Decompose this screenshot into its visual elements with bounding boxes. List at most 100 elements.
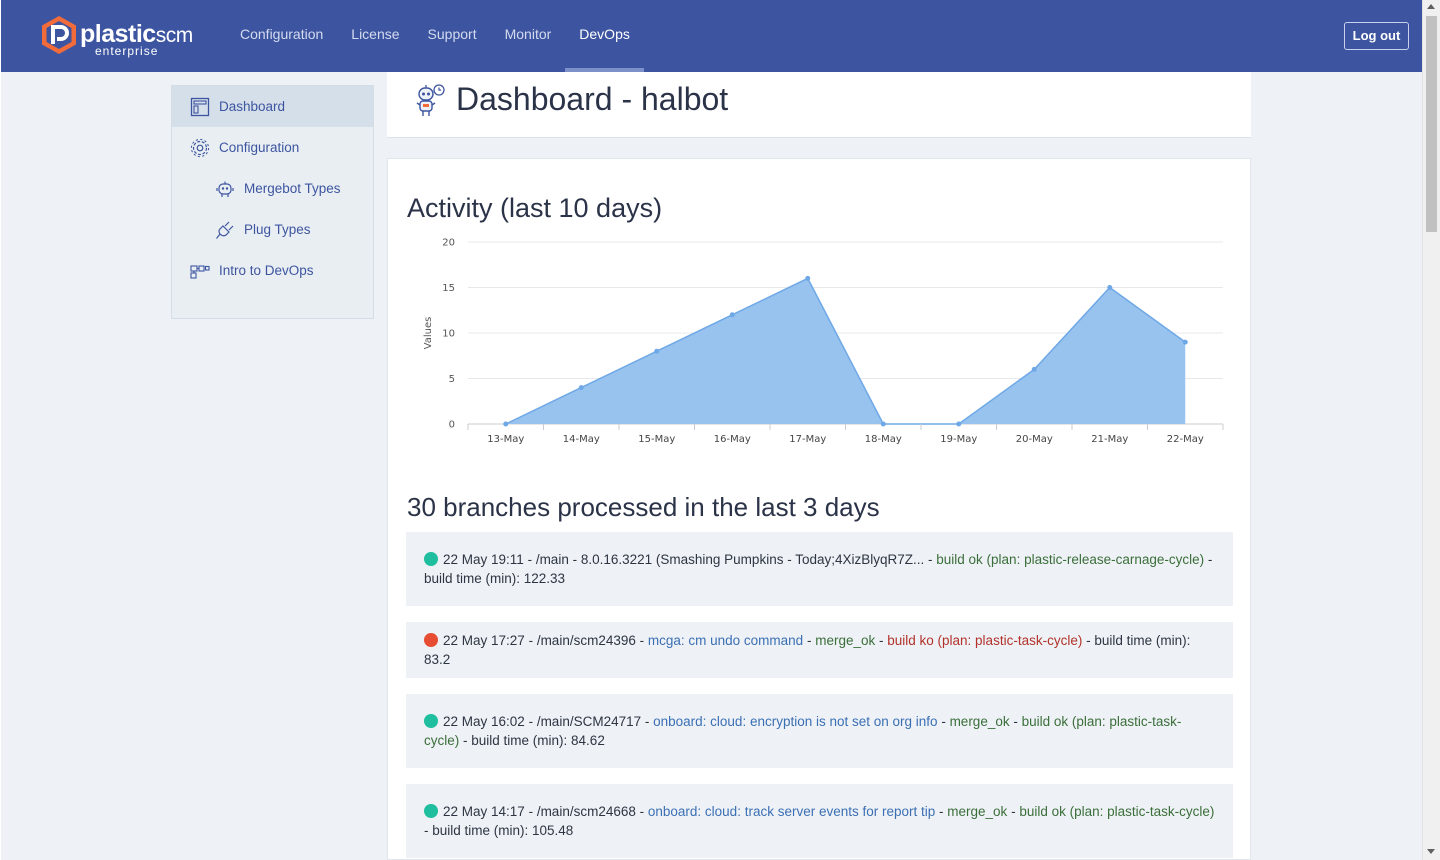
separator: - xyxy=(568,552,581,567)
status-ko-icon xyxy=(424,633,438,647)
y-tick-label: 10 xyxy=(442,329,455,340)
data-point xyxy=(1107,285,1113,290)
x-tick-label: 16-May xyxy=(714,434,751,445)
data-point xyxy=(1031,366,1037,372)
branch-date: 22 May 16:02 xyxy=(443,714,525,729)
branch-item: 22 May 19:11 - /main - 8.0.16.3221 (Smas… xyxy=(406,532,1233,606)
plug-icon xyxy=(216,221,234,239)
nav-devops[interactable]: DevOps xyxy=(565,0,644,72)
separator: - xyxy=(803,633,816,648)
brand-suffix: scm xyxy=(155,24,194,47)
status-ok-icon xyxy=(424,552,438,566)
logout-button[interactable]: Log out xyxy=(1344,22,1409,50)
sidebar-item-configuration[interactable]: Configuration xyxy=(172,127,373,168)
sidebar-item-label: Mergebot Types xyxy=(244,181,341,196)
separator: - xyxy=(937,714,950,729)
separator: - xyxy=(1007,804,1020,819)
x-tick-label: 15-May xyxy=(638,434,675,445)
robot-icon xyxy=(416,84,445,116)
separator: - xyxy=(924,552,937,567)
y-tick-label: 15 xyxy=(442,283,455,294)
sidebar-item-dashboard[interactable]: Dashboard xyxy=(172,86,373,127)
branch-item: 22 May 17:27 - /main/scm24396 - mcga: cm… xyxy=(406,622,1233,678)
branch-date: 22 May 14:17 xyxy=(443,804,525,819)
build-status: build ko (plan: plastic-task-cycle) xyxy=(887,633,1083,648)
sidebar: Dashboard Configuration Mergebot Types P… xyxy=(171,85,374,319)
build-status: build ok (plan: plastic-task-cycle) xyxy=(1019,804,1215,819)
y-tick-label: 5 xyxy=(449,374,455,385)
nav-support[interactable]: Support xyxy=(414,0,491,72)
page-header: Dashboard - halbot xyxy=(387,72,1251,138)
sidebar-item-label: Configuration xyxy=(219,140,300,155)
branch-item: 22 May 14:17 - /main/scm24668 - onboard:… xyxy=(406,784,1233,858)
separator: - xyxy=(524,633,537,648)
scroll-up-arrow-icon[interactable] xyxy=(1427,4,1435,9)
nav-configuration[interactable]: Configuration xyxy=(226,0,337,72)
x-tick-label: 19-May xyxy=(940,434,977,445)
branch-path: /main xyxy=(535,552,569,567)
merge-status: merge_ok xyxy=(949,714,1010,729)
separator: - xyxy=(524,804,537,819)
nav-license[interactable]: License xyxy=(337,0,413,72)
y-axis-label: Values xyxy=(423,317,434,350)
top-navbar: plasticscm enterprise Configuration Lice… xyxy=(1,0,1422,72)
separator: - xyxy=(641,714,654,729)
sidebar-item-mergebot-types[interactable]: Mergebot Types xyxy=(172,168,373,209)
branch-description-link[interactable]: onboard: cloud: track server events for … xyxy=(648,804,935,819)
status-ok-icon xyxy=(424,714,438,728)
plastic-logo-icon xyxy=(42,16,76,54)
status-ok-icon xyxy=(424,804,438,818)
x-tick-label: 14-May xyxy=(563,434,600,445)
sidebar-item-intro-devops[interactable]: Intro to DevOps xyxy=(172,250,373,291)
branch-path: /main/SCM24717 xyxy=(536,714,642,729)
build-time: build time (min): 84.62 xyxy=(471,733,605,748)
scroll-down-arrow-icon[interactable] xyxy=(1427,849,1435,854)
separator: - xyxy=(524,714,537,729)
page-title: Dashboard - halbot xyxy=(456,81,729,117)
vertical-scrollbar[interactable] xyxy=(1422,0,1440,860)
data-point xyxy=(578,385,584,391)
branches-title: 30 branches processed in the last 3 days xyxy=(407,492,880,522)
branch-description-link[interactable]: mcga: cm undo command xyxy=(648,633,803,648)
x-tick-label: 13-May xyxy=(487,434,524,445)
branch-date: 22 May 17:27 xyxy=(443,633,525,648)
branch-item: 22 May 16:02 - /main/SCM24717 - onboard:… xyxy=(406,694,1233,768)
nav-monitor[interactable]: Monitor xyxy=(491,0,566,72)
merge-status: merge_ok xyxy=(815,633,876,648)
separator: - xyxy=(875,633,888,648)
separator: - xyxy=(459,733,472,748)
branch-description-link[interactable]: onboard: cloud: encryption is not set on… xyxy=(653,714,937,729)
build-time: build time (min): 105.48 xyxy=(432,823,574,838)
branch-date: 22 May 19:11 xyxy=(443,552,524,567)
x-tick-label: 21-May xyxy=(1091,434,1128,445)
separator: - xyxy=(635,633,648,648)
separator: - xyxy=(635,804,648,819)
x-tick-label: 20-May xyxy=(1016,434,1053,445)
dashboard-content: Activity (last 10 days) 0 5 10 15 20 Values 13… xyxy=(387,158,1251,860)
brand-edition: enterprise xyxy=(95,44,159,58)
sidebar-item-label: Intro to DevOps xyxy=(219,263,314,278)
scrollbar-thumb[interactable] xyxy=(1426,16,1437,232)
y-tick-label: 20 xyxy=(442,238,455,249)
separator: - xyxy=(424,823,433,838)
flow-icon xyxy=(190,264,210,279)
data-point xyxy=(956,421,962,427)
separator: - xyxy=(523,552,536,567)
build-time: build time (min): 122.33 xyxy=(424,571,566,586)
sidebar-item-plug-types[interactable]: Plug Types xyxy=(172,209,373,250)
plastic-scm-logo[interactable]: plasticscm enterprise xyxy=(40,15,210,59)
sidebar-item-label: Plug Types xyxy=(244,222,311,237)
separator: - xyxy=(935,804,948,819)
data-point xyxy=(1182,339,1188,345)
activity-title: Activity (last 10 days) xyxy=(407,193,663,223)
data-point xyxy=(880,421,886,427)
sidebar-item-label: Dashboard xyxy=(219,99,286,114)
x-tick-label: 22-May xyxy=(1167,434,1204,445)
y-tick-label: 0 xyxy=(449,420,455,431)
build-status: build ok (plan: plastic-release-carnage-… xyxy=(936,552,1205,567)
branch-description: 8.0.16.3221 (Smashing Pumpkins - Today;4… xyxy=(580,552,925,567)
branch-path: /main/scm24396 xyxy=(536,633,636,648)
data-point xyxy=(729,312,735,318)
separator: - xyxy=(1082,633,1095,648)
gear-icon xyxy=(190,138,210,157)
